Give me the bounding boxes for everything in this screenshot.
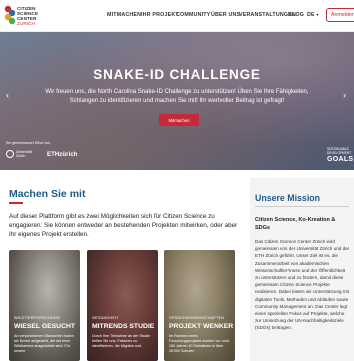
top-header: CITIZEN SCIENCE CENTER ZURICH MITMACHEN … [0, 0, 354, 32]
title-underline [9, 202, 23, 204]
section-title-mitmachen: Machen Sie mit [9, 188, 86, 200]
support-label: Ein gemeinsamer Effort von [6, 141, 51, 145]
project-card-mitrends[interactable]: GESUNDHEIT MITRENDS STUDIE Durch Ihre Te… [87, 250, 158, 361]
card-title: MITRENDS STUDIE [92, 323, 155, 330]
nav-item-blog[interactable]: BLOG [288, 12, 304, 18]
language-label: DE [307, 12, 315, 18]
project-card-wenker[interactable]: SPRACHWISSENSCHAFTEN PROJEKT WENKER Im R… [164, 250, 235, 361]
carousel-next-icon[interactable]: › [343, 90, 346, 100]
uzh-seal-icon [6, 150, 14, 158]
hero-join-button[interactable]: Mitmachen [159, 114, 199, 126]
language-selector[interactable]: DE ▾ [307, 12, 319, 18]
logo-line4: ZURICH [17, 21, 35, 26]
card-description: An verschiedenen Standorten haben wir Bo… [14, 334, 74, 353]
card-description: Durch Ihre Teilnahme an der Studie helfe… [92, 334, 150, 348]
logo-mark-icon [4, 5, 16, 25]
mission-text: Das Citizen Science Center Zürich wird g… [255, 239, 350, 331]
uzh-logo: Universität Zürich [6, 150, 36, 159]
card-title: PROJEKT WENKER [169, 323, 234, 330]
card-title: WIESEL GESUCHT [14, 323, 76, 330]
section-intro-text: Auf dieser Plattform gibt es zwei Möglic… [9, 213, 238, 238]
mission-divider [255, 206, 349, 207]
nav-item-ueber-uns[interactable]: ÜBER UNS [211, 12, 240, 18]
card-category: WILDTIERFORSCHUNG [14, 316, 61, 320]
hero-title: SNAKE-ID CHALLENGE [93, 67, 261, 82]
card-category: SPRACHWISSENSCHAFTEN [169, 316, 225, 320]
carousel-prev-icon[interactable]: ‹ [6, 90, 9, 100]
nav-item-ihr-projekt[interactable]: IHR PROJEKT [141, 12, 179, 18]
card-category: GESUNDHEIT [92, 316, 119, 320]
mission-subtitle: Citizen Science, Ko-Kreation & SDGs [255, 217, 336, 231]
nav-item-mitmachen[interactable]: MITMACHEN [107, 12, 141, 18]
hero-text: Wir freuen uns, die North Carolina Snake… [45, 89, 309, 104]
login-button[interactable]: Anmelden [326, 8, 354, 22]
card-description: Im Rahmen eines Forschungsprojekts wurde… [169, 334, 229, 353]
logo-text: CITIZEN SCIENCE CENTER ZURICH [17, 6, 38, 26]
eth-logo: ETHzürich [47, 152, 78, 158]
uzh-label: Universität Zürich [16, 150, 33, 158]
hero-banner: ‹ › SNAKE-ID CHALLENGE Wir freuen uns, d… [0, 32, 354, 170]
mission-title: Unsere Mission [255, 193, 321, 203]
sdg-logo: SUSTAINABLE DEVELOPMENT GOALS [327, 147, 354, 163]
project-card-wiesel[interactable]: WILDTIERFORSCHUNG WIESEL GESUCHT An vers… [9, 250, 80, 361]
sdg-goals: GOALS [327, 155, 354, 163]
site-logo[interactable]: CITIZEN SCIENCE CENTER ZURICH [4, 3, 44, 29]
chevron-down-icon: ▾ [316, 12, 319, 17]
nav-item-community[interactable]: COMMUNITY [176, 12, 210, 18]
